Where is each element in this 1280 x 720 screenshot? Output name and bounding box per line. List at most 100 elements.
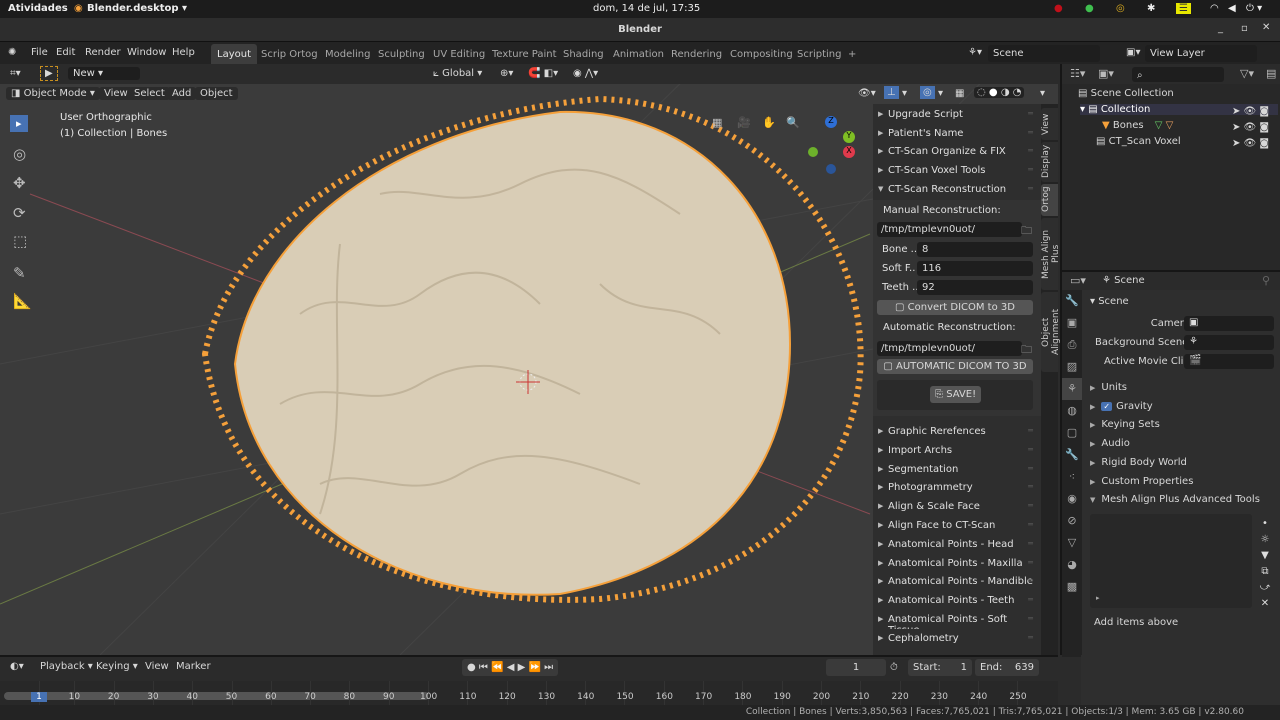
proportional-edit-icon[interactable]: ◉ ⋀▾: [573, 68, 598, 79]
mesh-align-list[interactable]: ▸: [1090, 514, 1252, 608]
remove-icon[interactable]: ✕: [1258, 596, 1272, 612]
menu-timeline-view[interactable]: View: [145, 661, 169, 672]
manual-path-field[interactable]: /tmp/tmplevn0uot/: [877, 222, 1022, 237]
menu-marker[interactable]: Marker: [176, 661, 211, 672]
panel-header[interactable]: ▶ Align Face to CT-Scan ═: [873, 516, 1041, 534]
drag-handle-icon[interactable]: ═: [1028, 501, 1033, 510]
drag-handle-icon[interactable]: ═: [1028, 520, 1033, 529]
gizmo-y[interactable]: Y: [843, 131, 855, 143]
move-tool-icon[interactable]: ✥: [13, 174, 26, 192]
menu-view[interactable]: View: [99, 87, 133, 100]
editor-type-icon-props[interactable]: ▭▾: [1070, 274, 1086, 287]
zoom-icon[interactable]: 🔍: [786, 116, 800, 129]
drag-handle-icon[interactable]: ═: [1028, 165, 1033, 174]
transform-icon[interactable]: ⤻: [1258, 580, 1272, 596]
rotate-tool-icon[interactable]: ⟳: [13, 204, 26, 222]
measure-tool-icon[interactable]: 📐: [13, 292, 32, 310]
folder-icon[interactable]: 🗀: [1021, 222, 1032, 241]
volume-icon[interactable]: ◀: [1228, 3, 1236, 14]
visibility-icon[interactable]: 👁▾: [858, 88, 876, 99]
properties-panel-header[interactable]: ▶ Units: [1090, 382, 1276, 393]
tab-scripting[interactable]: Scripting: [791, 44, 847, 64]
gizmo-z[interactable]: Z: [825, 116, 837, 128]
background-scene-field[interactable]: ⚘: [1184, 335, 1274, 350]
editor-type-icon[interactable]: ⌗▾: [10, 68, 21, 79]
pivot-icon[interactable]: ⊕▾: [500, 68, 513, 79]
properties-panel-header[interactable]: ▼ Mesh Align Plus Advanced Tools: [1090, 494, 1276, 505]
properties-panel-header[interactable]: ▶ ✓ Gravity: [1090, 401, 1276, 412]
end-frame-field[interactable]: End: 639: [975, 659, 1039, 676]
save-button[interactable]: ⎘ SAVE!: [930, 386, 982, 403]
convert-dicom-button[interactable]: ▢ Convert DICOM to 3D: [877, 300, 1033, 315]
plane-icon[interactable]: ▼: [1258, 548, 1272, 564]
tab-view[interactable]: View: [1041, 108, 1058, 140]
scene-panel-header[interactable]: ▾ Scene: [1090, 296, 1129, 307]
cursor-tool-icon[interactable]: ◎: [13, 145, 26, 163]
menu-render[interactable]: Render: [85, 47, 121, 58]
tab-display[interactable]: Display: [1041, 142, 1058, 182]
point-icon[interactable]: •: [1258, 516, 1272, 532]
annotate-tool-icon[interactable]: ✎: [13, 264, 26, 282]
world-tab-icon[interactable]: ◍: [1062, 400, 1082, 422]
menu-object[interactable]: Object: [195, 87, 238, 100]
select-box-tool-icon[interactable]: ▸: [10, 115, 28, 132]
scene-selector-icon[interactable]: ⚘▾: [968, 47, 982, 58]
power-icon[interactable]: ⏻ ▾: [1246, 3, 1262, 14]
shading-modes[interactable]: ◌ ● ◑ ◔: [974, 87, 1025, 98]
drag-handle-icon[interactable]: ═: [1028, 558, 1033, 567]
app-menu[interactable]: Blender.desktop ▾: [87, 3, 187, 14]
tab-object-alignment[interactable]: Object Alignment: [1041, 292, 1061, 372]
scene-tab-icon[interactable]: ⚘: [1062, 378, 1082, 400]
particles-tab-icon[interactable]: ⁖: [1062, 466, 1082, 488]
panel-header[interactable]: ▶ Align & Scale Face ═: [873, 497, 1041, 516]
gizmo-neg-z[interactable]: [826, 164, 836, 174]
drag-handle-icon[interactable]: ═: [1028, 128, 1033, 137]
properties-panel-header[interactable]: ▶ Rigid Body World: [1090, 457, 1276, 468]
data-tab-icon[interactable]: ▽: [1062, 532, 1082, 554]
bones-row[interactable]: ▼ Bones ▽ ▽: [1102, 120, 1173, 131]
new-collection-icon[interactable]: ▤: [1266, 67, 1276, 80]
menu-playback[interactable]: Playback ▾: [40, 661, 93, 672]
drag-handle-icon[interactable]: ═: [1028, 109, 1033, 118]
list-expand-icon[interactable]: ▸: [1096, 594, 1100, 602]
drag-handle-icon[interactable]: ═: [1028, 482, 1033, 491]
close-button[interactable]: ✕: [1262, 22, 1270, 33]
camera-view-icon[interactable]: 🎥: [737, 116, 751, 129]
panel-header[interactable]: ▶ Anatomical Points - Teeth ═: [873, 591, 1041, 610]
record-icon[interactable]: ●: [1054, 3, 1063, 14]
filter-view-icon[interactable]: ▣▾: [1098, 67, 1114, 80]
properties-panel-header[interactable]: ▶ Audio: [1090, 438, 1276, 449]
drag-handle-icon[interactable]: ═: [1028, 426, 1033, 435]
teeth-threshold-field[interactable]: 92: [917, 280, 1033, 295]
soft-tissue-threshold-field[interactable]: 116: [917, 261, 1033, 276]
render-tab-icon[interactable]: ▣: [1062, 312, 1082, 334]
constraints-tab-icon[interactable]: ⊘: [1062, 510, 1082, 532]
auto-path-field[interactable]: /tmp/tmplevn0uot/: [877, 341, 1022, 356]
modifier-tab-icon[interactable]: 🔧: [1062, 444, 1082, 466]
tab-ortog[interactable]: Ortog: [1041, 184, 1058, 216]
notes-icon[interactable]: ☰: [1176, 3, 1191, 14]
copy-icon[interactable]: ⧉: [1258, 564, 1272, 580]
panel-header[interactable]: ▶Anatomical Points - Soft Tissue═: [873, 610, 1041, 636]
xray-icon[interactable]: ▦: [955, 88, 964, 99]
tab-shading[interactable]: Shading: [557, 44, 610, 64]
panel-header[interactable]: ▶ CT-Scan Organize & FIX ═: [873, 142, 1041, 161]
menu-add[interactable]: Add: [167, 87, 197, 100]
mode-dropdown[interactable]: ◨ Object Mode ▾: [6, 87, 100, 100]
tab-texture-paint[interactable]: Texture Paint: [486, 44, 563, 64]
scale-tool-icon[interactable]: ⬚: [13, 232, 27, 250]
physics-tab-icon[interactable]: ◉: [1062, 488, 1082, 510]
panel-header[interactable]: ▶ CT-Scan Voxel Tools ═: [873, 161, 1041, 180]
panel-header[interactable]: ▶ Segmentation ═: [873, 459, 1041, 478]
panel-header[interactable]: ▶ Anatomical Points - Maxilla ═: [873, 553, 1041, 572]
playback-controls[interactable]: ● ⏮ ⏪ ◀ ▶ ⏩ ⏭: [462, 659, 559, 676]
start-frame-field[interactable]: Start: 1: [908, 659, 972, 676]
tab-mesh-align-plus[interactable]: Mesh Align Plus: [1041, 218, 1061, 290]
properties-panel-header[interactable]: ▶ Custom Properties: [1090, 476, 1276, 487]
light-icon[interactable]: ☼: [1258, 532, 1272, 548]
tab-animation[interactable]: Animation: [607, 44, 670, 64]
display-mode-icon[interactable]: ☷▾: [1070, 67, 1085, 80]
panel-header[interactable]: ▶ Anatomical Points - Head ═: [873, 534, 1041, 553]
overlay-dropdown-icon[interactable]: ▾: [938, 88, 943, 99]
view-layer-tab-icon[interactable]: ▨: [1062, 356, 1082, 378]
